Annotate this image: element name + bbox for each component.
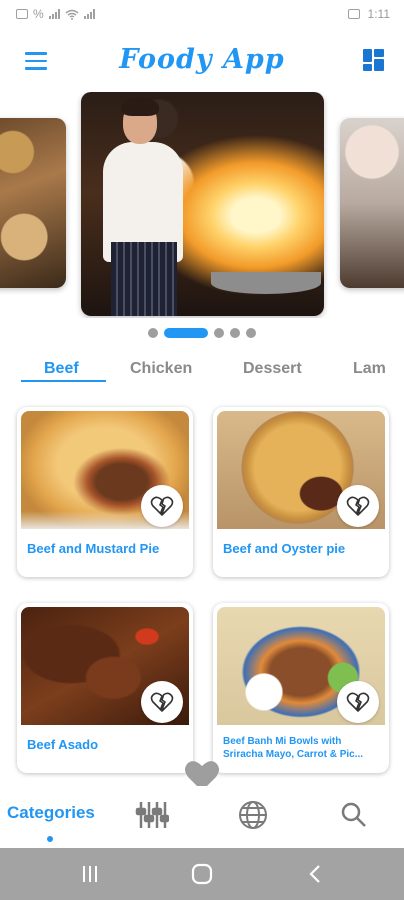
carousel-indicators	[0, 328, 404, 338]
indicator-dot[interactable]	[230, 328, 240, 338]
chef-apron	[111, 242, 177, 316]
status-left-text: %	[33, 7, 44, 21]
tab-beef[interactable]: Beef	[44, 360, 79, 378]
recipe-title: Beef Asado	[27, 737, 99, 752]
broken-heart-icon	[150, 496, 174, 516]
ingredients-icon[interactable]	[135, 798, 170, 832]
chef-hair	[121, 98, 159, 116]
carousel-slide-prev[interactable]	[0, 118, 66, 288]
app-title: Foody App	[119, 44, 285, 75]
grid-view-icon[interactable]	[363, 49, 385, 71]
app-bar: Foody App	[0, 30, 404, 90]
recipe-card[interactable]: Beef and Oyster pie	[213, 407, 389, 577]
nav-active-dot	[47, 836, 53, 842]
status-left: %	[16, 7, 95, 21]
tab-indicator	[21, 380, 106, 382]
recipe-title: Beef and Mustard Pie	[27, 541, 160, 556]
status-time: 1:11	[367, 7, 390, 21]
back-icon[interactable]	[302, 860, 330, 888]
broken-heart-icon	[346, 496, 370, 516]
status-bar: % 1:11	[0, 0, 404, 28]
favorite-button[interactable]	[337, 681, 379, 723]
pan	[211, 272, 321, 294]
favorite-button[interactable]	[141, 681, 183, 723]
favorite-button[interactable]	[141, 485, 183, 527]
home-icon[interactable]	[188, 860, 216, 888]
favorite-button[interactable]	[337, 485, 379, 527]
nav-categories[interactable]: Categories	[7, 803, 95, 823]
category-tabs: Beef Chicken Dessert Lam	[0, 356, 404, 386]
search-icon[interactable]	[337, 798, 371, 832]
indicator-dot[interactable]	[246, 328, 256, 338]
indicator-dot[interactable]	[214, 328, 224, 338]
carousel-slide-current[interactable]	[81, 92, 324, 316]
recipe-title: Beef and Oyster pie	[223, 541, 346, 556]
globe-icon[interactable]	[236, 798, 270, 832]
android-navigation-bar	[0, 848, 404, 900]
recipe-title-line1: Beef Banh Mi Bowls with	[223, 736, 342, 747]
battery-saver-icon	[347, 9, 360, 19]
tab-chicken[interactable]: Chicken	[130, 360, 192, 378]
broken-heart-icon	[150, 692, 174, 712]
carousel-slide-next[interactable]	[340, 118, 404, 288]
broken-heart-icon	[346, 692, 370, 712]
signal-icon	[48, 9, 60, 19]
signal-icon-2	[83, 9, 95, 19]
wifi-icon	[65, 9, 79, 20]
carousel[interactable]	[0, 92, 404, 318]
screen: % 1:11 Foody App Beef Chicken Dessert La…	[0, 0, 404, 900]
tab-dessert[interactable]: Dessert	[243, 360, 302, 378]
sim-icon	[16, 9, 28, 19]
indicator-dot-active[interactable]	[164, 328, 208, 338]
indicator-dot[interactable]	[148, 328, 158, 338]
recipe-title: Beef Banh Mi Bowls with Sriracha Mayo, C…	[223, 735, 383, 761]
tab-lamb[interactable]: Lam	[353, 360, 386, 378]
status-right: 1:11	[347, 7, 390, 21]
recents-icon[interactable]	[76, 860, 104, 888]
bottom-navigation: Categories	[0, 786, 404, 846]
recipe-title-line2: Sriracha Mayo, Carrot & Pic...	[223, 749, 364, 760]
recipe-card[interactable]: Beef Asado	[17, 603, 193, 773]
recipe-card[interactable]: Beef and Mustard Pie	[17, 407, 193, 577]
recipe-card[interactable]: Beef Banh Mi Bowls with Sriracha Mayo, C…	[213, 603, 389, 773]
